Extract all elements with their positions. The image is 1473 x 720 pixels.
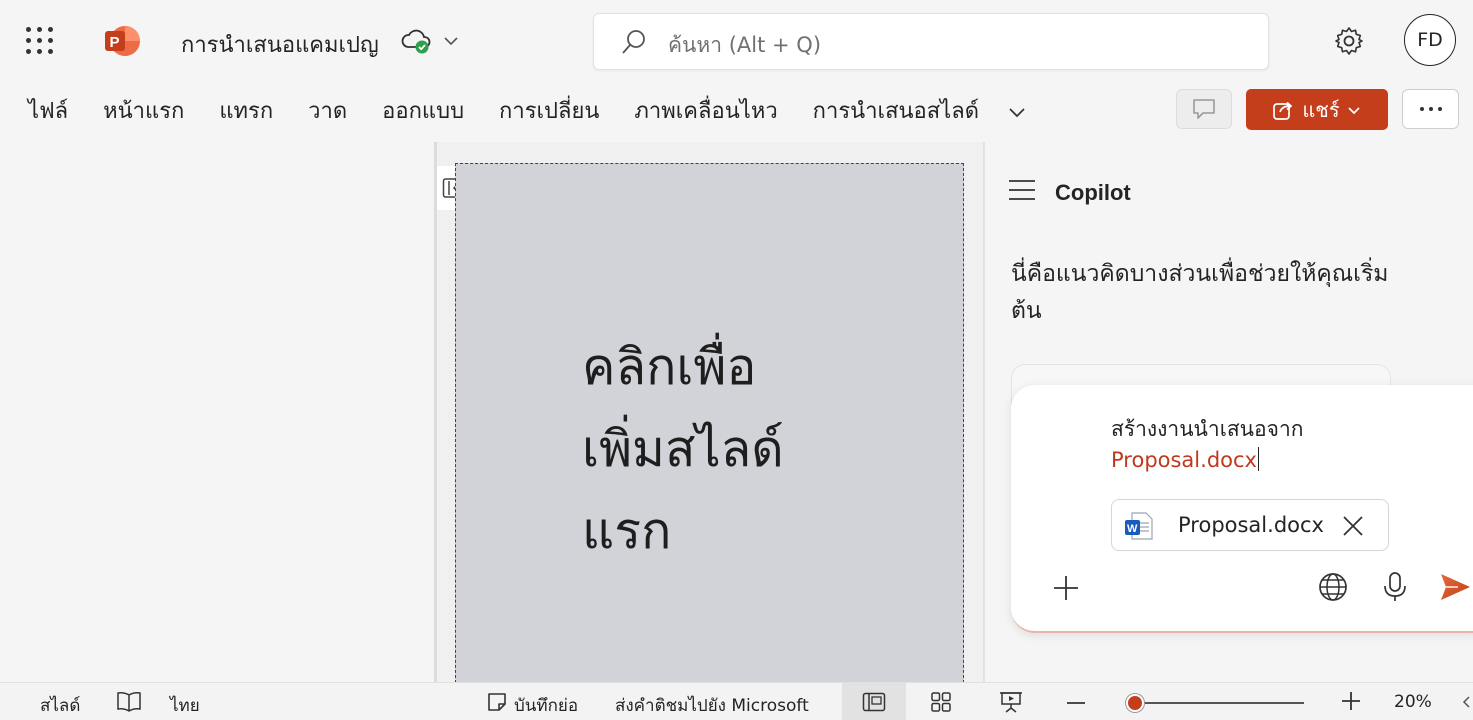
word-file-icon: W [1125, 512, 1153, 540]
svg-text:W: W [1127, 523, 1138, 535]
copilot-intro: นี่คือแนวคิดบางส่วนเพื่อช่วยให้คุณเริ่มต… [1011, 261, 1389, 324]
microphone-icon[interactable] [1381, 571, 1409, 603]
notes-icon [488, 693, 506, 711]
gear-icon[interactable] [1331, 23, 1367, 59]
hamburger-icon[interactable] [1007, 178, 1037, 202]
ribbon-bar: ไฟล์ หน้าแรก แทรก วาด ออกแบบ การเปลี่ยน … [0, 80, 1473, 142]
notes-button[interactable]: บันทึกย่อ [514, 692, 578, 719]
more-options-button[interactable] [1402, 89, 1459, 129]
accessibility-book-icon[interactable] [116, 691, 142, 713]
zoom-slider-thumb[interactable] [1126, 694, 1144, 712]
tab-draw[interactable]: วาด [308, 93, 347, 128]
tab-insert[interactable]: แทรก [219, 93, 273, 128]
normal-view-icon [862, 692, 886, 712]
add-icon[interactable] [1051, 573, 1081, 603]
search-placeholder: ค้นหา (Alt + Q) [668, 33, 822, 57]
ribbon-tabs: ไฟล์ หน้าแรก แทรก วาด ออกแบบ การเปลี่ยน … [28, 93, 1028, 128]
avatar[interactable]: FD [1404, 14, 1456, 66]
send-icon[interactable] [1438, 571, 1472, 603]
language-indicator[interactable]: ไทย [170, 692, 200, 719]
zoom-out-icon[interactable] [1066, 701, 1086, 705]
share-button[interactable]: แชร์ [1246, 89, 1388, 130]
slide-sorter-icon[interactable] [930, 691, 952, 713]
search-icon [622, 30, 645, 54]
tab-transitions[interactable]: การเปลี่ยน [499, 93, 599, 128]
tab-file[interactable]: ไฟล์ [28, 93, 68, 128]
prompt-file-reference[interactable]: Proposal.docx [1111, 447, 1259, 472]
cloud-saved-icon[interactable] [400, 28, 432, 56]
normal-view-button[interactable] [842, 683, 906, 720]
ellipsis-icon [1419, 107, 1442, 111]
comment-icon [1193, 99, 1215, 119]
powerpoint-icon[interactable]: P [103, 24, 141, 58]
feedback-link[interactable]: ส่งคำติชมไปยัง Microsoft [615, 692, 809, 719]
tab-animations[interactable]: ภาพเคลื่อนไหว [634, 93, 777, 128]
zoom-percent[interactable]: 20% [1394, 692, 1432, 712]
attachment-name: Proposal.docx [1178, 513, 1324, 537]
title-bar: P การนำเสนอแคมเปญ ค้นหา (Alt + Q) FD [0, 0, 1473, 80]
tab-design[interactable]: ออกแบบ [382, 93, 464, 128]
copilot-compose-box[interactable]: สร้างงานนำเสนอจาก Proposal.docx W Propos… [1011, 385, 1473, 633]
status-bar: สไลด์ ไทย บันทึกย่อ ส่งคำติชมไปยัง Micro… [0, 682, 1473, 720]
first-slide-placeholder[interactable]: คลิกเพื่อ เพิ่มสไลด์ แรก [582, 326, 922, 572]
document-title[interactable]: การนำเสนอแคมเปญ [181, 27, 379, 62]
share-icon [1273, 101, 1293, 120]
powerpoint-window: P การนำเสนอแคมเปญ ค้นหา (Alt + Q) FD ไฟล… [0, 0, 1473, 720]
slide-canvas[interactable]: คลิกเพื่อ เพิ่มสไลด์ แรก [455, 163, 964, 693]
copilot-title: Copilot [1055, 180, 1131, 205]
zoom-in-icon[interactable] [1341, 691, 1361, 711]
globe-icon[interactable] [1317, 571, 1349, 603]
search-box[interactable]: ค้นหา (Alt + Q) [593, 13, 1269, 70]
app-launcher-icon[interactable] [26, 27, 54, 55]
chevron-left-icon[interactable] [1461, 695, 1471, 709]
tab-home[interactable]: หน้าแรก [103, 93, 184, 128]
presenter-view-icon[interactable] [999, 691, 1023, 713]
share-label: แชร์ [1302, 97, 1340, 122]
chevron-down-icon[interactable] [1006, 101, 1028, 123]
attachment-chip[interactable]: W Proposal.docx [1111, 499, 1389, 551]
svg-text:P: P [110, 34, 120, 51]
tab-slideshow[interactable]: การนำเสนอสไลด์ [813, 93, 979, 128]
chevron-down-icon [1348, 106, 1360, 114]
chevron-down-icon[interactable] [442, 32, 460, 50]
prompt-text[interactable]: สร้างงานนำเสนอจาก [1111, 413, 1303, 446]
slide-thumbnail-pane[interactable] [0, 142, 434, 682]
slide-counter: สไลด์ [40, 696, 81, 716]
comments-button[interactable] [1176, 89, 1232, 129]
zoom-slider-track[interactable] [1136, 702, 1304, 704]
prompt-file-name: Proposal.docx [1111, 448, 1257, 472]
text-caret [1257, 447, 1259, 471]
close-icon[interactable] [1340, 513, 1366, 539]
